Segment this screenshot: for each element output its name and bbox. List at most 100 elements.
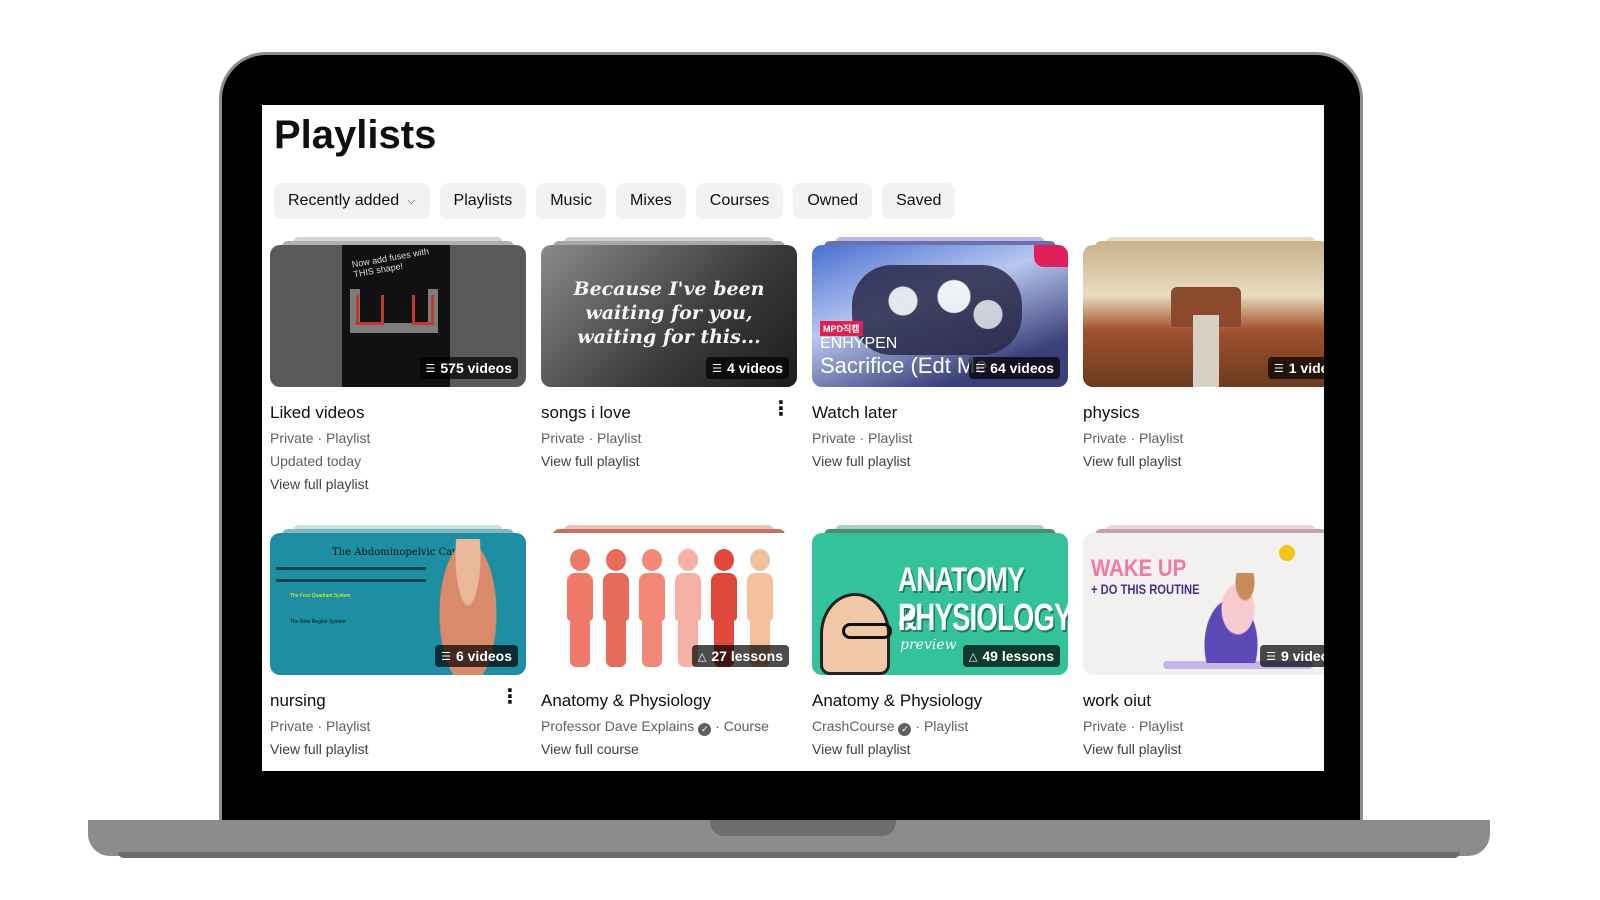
playlist-meta: Private · Playlist xyxy=(270,718,371,734)
video-count-badge: ☰ 4 videos xyxy=(706,357,789,379)
laptop-notch xyxy=(710,820,896,836)
verified-check-icon: ✓ xyxy=(898,723,912,736)
chip-label: Courses xyxy=(709,192,770,209)
filter-chip-playlists[interactable]: Playlists xyxy=(439,183,527,219)
thumbnail-band: ENHYPEN xyxy=(820,335,898,352)
filter-chip-music[interactable]: Music xyxy=(536,183,606,219)
thumbnail-bullet: The Nine Region System xyxy=(290,619,346,625)
playlist-title[interactable]: Liked videos xyxy=(270,403,365,423)
thumbnail-text-line xyxy=(276,567,426,570)
thumbnail-shape xyxy=(412,295,434,325)
view-full-playlist-link[interactable]: View full playlist xyxy=(270,741,369,757)
video-count: 575 videos xyxy=(440,360,512,376)
screen: Playlists Recently added ⌵ Playlists Mus… xyxy=(262,105,1324,771)
channel-name[interactable]: CrashCourse xyxy=(812,718,894,734)
view-full-course-link[interactable]: View full course xyxy=(541,741,639,757)
video-count-badge: ☰ 1 video xyxy=(1267,357,1324,379)
filter-chip-owned[interactable]: Owned xyxy=(793,183,873,219)
playlist-thumbnail[interactable]: ☰ 1 video xyxy=(1083,245,1324,387)
playlist-thumbnail[interactable]: Now add fuses with THIS shape! ☰ 575 vid… xyxy=(270,245,526,387)
playlist-thumbnail[interactable]: Because I've been waiting for you, waiti… xyxy=(541,245,797,387)
channel-name[interactable]: Professor Dave Explains xyxy=(541,718,694,734)
graduation-cap-icon: △ xyxy=(968,650,978,663)
playlist-meta: Professor Dave Explains ✓ · Course xyxy=(541,718,769,736)
playlist-meta: CrashCourse ✓ · Playlist xyxy=(812,718,969,736)
chip-label: Music xyxy=(550,192,592,209)
view-full-playlist-link[interactable]: View full playlist xyxy=(812,741,911,757)
thumbnail-text: preview xyxy=(900,637,957,653)
laptop-base-shadow xyxy=(118,852,1460,858)
filter-chips: Recently added ⌵ Playlists Music Mixes C… xyxy=(274,183,956,219)
playlist-icon: ☰ xyxy=(712,362,722,375)
thumbnail-bullet: The Four Quadrant System xyxy=(290,593,351,599)
video-count-badge: ☰ 575 videos xyxy=(419,357,518,379)
lesson-count: 27 lessons xyxy=(711,648,783,664)
item-kind: Playlist xyxy=(923,718,969,734)
thumbnail-text: + DO THIS ROUTINE xyxy=(1091,581,1200,597)
channel-logo xyxy=(1034,245,1068,267)
video-count: 64 videos xyxy=(990,360,1054,376)
view-full-playlist-link[interactable]: View full playlist xyxy=(270,476,369,492)
playlist-thumbnail[interactable]: WAKE UP + DO THIS ROUTINE ☰ 9 videos xyxy=(1083,533,1324,675)
thumbnail-art xyxy=(603,549,629,669)
video-count-badge: ☰ 9 videos xyxy=(1260,645,1324,667)
playlist-icon: ☰ xyxy=(425,362,436,375)
lesson-count: 49 lessons xyxy=(982,648,1054,664)
playlist-thumbnail[interactable]: ANATOMY & PHYSIOLOGY preview △ 49 lesson… xyxy=(812,533,1068,675)
thumbnail-tag: MPD직캠 xyxy=(820,321,863,336)
playlist-icon: ☰ xyxy=(1273,362,1284,375)
filter-chip-mixes[interactable]: Mixes xyxy=(616,183,686,219)
chip-label: Recently added xyxy=(288,192,400,209)
video-count: 1 video xyxy=(1288,360,1324,376)
playlist-meta: Private · Playlist xyxy=(270,430,371,446)
chip-label: Saved xyxy=(896,192,942,209)
playlist-title[interactable]: Anatomy & Physiology xyxy=(541,691,711,711)
playlist-thumbnail[interactable]: The Abdominopelvic Cavity The Four Quadr… xyxy=(270,533,526,675)
filter-chip-recently-added[interactable]: Recently added ⌵ xyxy=(274,183,430,219)
thumbnail-art xyxy=(842,623,892,639)
page-title: Playlists xyxy=(274,113,437,157)
thumbnail-text: PHYSIOLOGY xyxy=(898,597,1068,639)
lesson-count-badge: △ 27 lessons xyxy=(691,645,789,667)
playlist-title[interactable]: Anatomy & Physiology xyxy=(812,691,982,711)
thumbnail-song: Sacrifice (Edt Me xyxy=(820,353,988,378)
view-full-playlist-link[interactable]: View full playlist xyxy=(812,453,911,469)
playlist-updated: Updated today xyxy=(270,453,362,469)
video-count: 9 videos xyxy=(1280,648,1324,664)
playlist-title[interactable]: work oiut xyxy=(1083,691,1151,711)
thumbnail-art xyxy=(1279,545,1295,561)
video-count-badge: ☰ 64 videos xyxy=(969,357,1060,379)
video-count: 4 videos xyxy=(726,360,783,376)
thumbnail-quote: Because I've been waiting for you, waiti… xyxy=(573,278,765,348)
playlist-icon: ☰ xyxy=(441,650,451,663)
playlist-icon: ☰ xyxy=(975,362,986,375)
playlist-title[interactable]: Watch later xyxy=(812,403,897,423)
playlist-title[interactable]: songs i love xyxy=(541,403,631,423)
item-kind: Course xyxy=(723,718,769,734)
thumbnail-text: WAKE UP xyxy=(1091,555,1187,582)
more-vert-icon[interactable]: ⋮ xyxy=(771,399,791,419)
lesson-count-badge: △ 49 lessons xyxy=(962,645,1060,667)
verified-check-icon: ✓ xyxy=(698,723,712,736)
more-vert-icon[interactable]: ⋮ xyxy=(500,687,520,707)
view-full-playlist-link[interactable]: View full playlist xyxy=(1083,741,1182,757)
graduation-cap-icon: △ xyxy=(697,650,707,663)
view-full-playlist-link[interactable]: View full playlist xyxy=(541,453,640,469)
chip-label: Playlists xyxy=(453,192,513,209)
thumbnail-shape xyxy=(356,295,384,325)
view-full-playlist-link[interactable]: View full playlist xyxy=(1083,453,1182,469)
filter-chip-saved[interactable]: Saved xyxy=(882,183,956,219)
video-count: 6 videos xyxy=(455,648,512,664)
playlist-meta: Private · Playlist xyxy=(541,430,642,446)
filter-chip-courses[interactable]: Courses xyxy=(695,183,784,219)
playlist-thumbnail[interactable]: MPD직캠 ENHYPEN Sacrifice (Edt Me ☰ 64 vid… xyxy=(812,245,1068,387)
playlist-icon: ☰ xyxy=(1266,650,1276,663)
chip-label: Mixes xyxy=(630,192,672,209)
thumbnail-art xyxy=(639,549,665,669)
playlist-thumbnail[interactable]: △ 27 lessons xyxy=(541,533,797,675)
playlist-title[interactable]: physics xyxy=(1083,403,1140,423)
chip-label: Owned xyxy=(807,192,859,209)
video-count-badge: ☰ 6 videos xyxy=(435,645,518,667)
playlist-title[interactable]: nursing xyxy=(270,691,326,711)
thumbnail-art xyxy=(1193,315,1219,387)
